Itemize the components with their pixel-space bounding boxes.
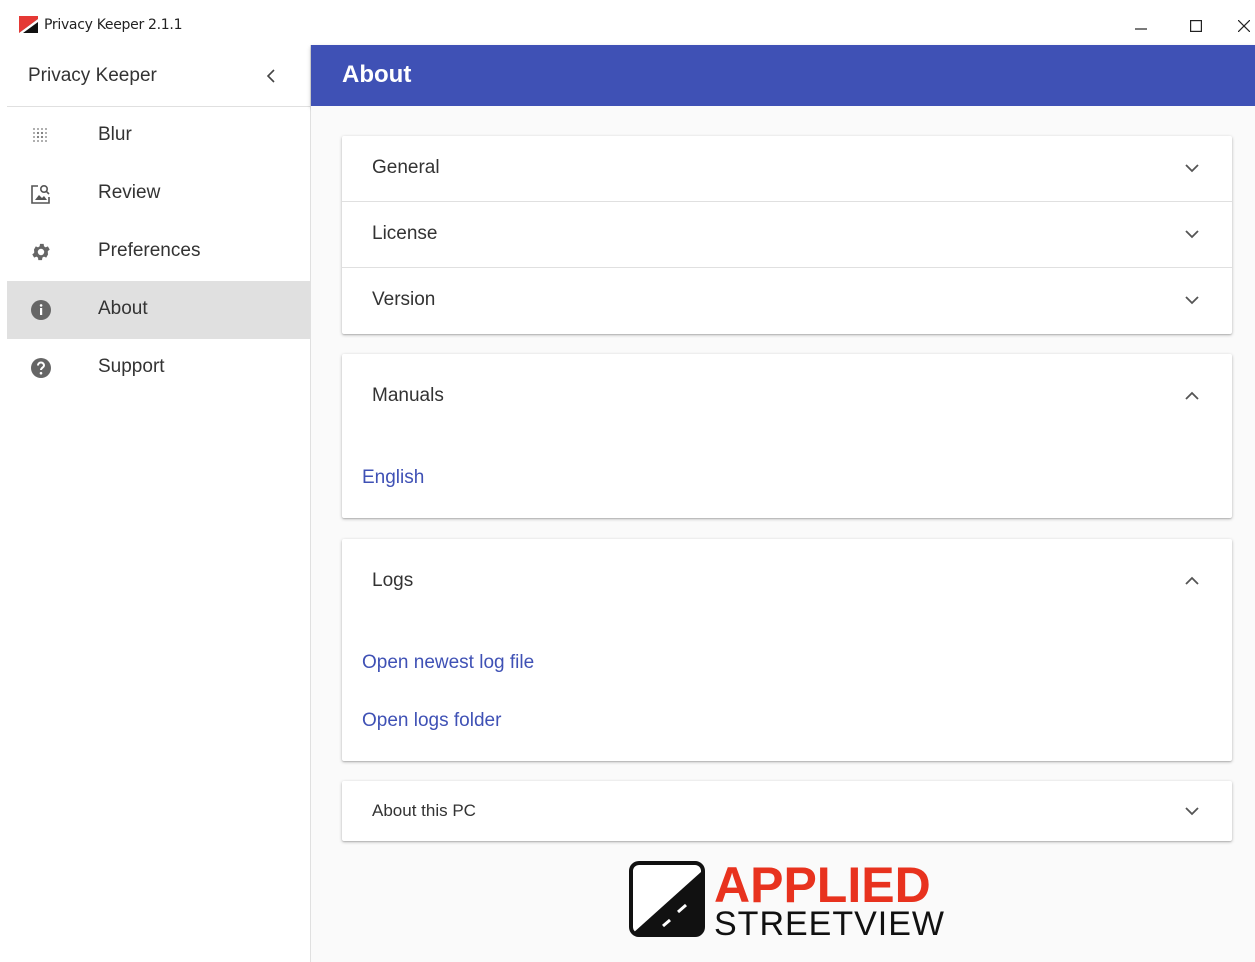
chevron-down-icon [1185, 230, 1199, 239]
logs-card: Logs Open newest log file Open logs fold… [342, 539, 1232, 761]
maximize-icon[interactable] [1181, 11, 1211, 41]
panel-label: License [372, 223, 438, 244]
panel-label: Logs [372, 570, 414, 591]
panel-license[interactable]: License [342, 202, 1232, 268]
manuals-card: Manuals English [342, 354, 1232, 518]
page-title: About [342, 61, 412, 88]
about-pc-card: About this PC [342, 781, 1232, 841]
info-icon [29, 298, 53, 322]
gear-icon [29, 240, 53, 264]
sidebar-item-review[interactable]: Review [7, 165, 310, 223]
chevron-up-icon [1185, 391, 1199, 400]
sidebar-item-label: Review [98, 182, 161, 203]
chevron-down-icon [1185, 164, 1199, 173]
panel-label: Manuals [372, 385, 444, 406]
sidebar-item-label: About [98, 298, 148, 319]
chevron-left-icon[interactable] [261, 64, 281, 88]
sidebar-item-blur[interactable]: Blur [7, 107, 310, 165]
chevron-down-icon [1185, 807, 1199, 816]
window-title: Privacy Keeper 2.1.1 [44, 17, 183, 33]
open-newest-log-link[interactable]: Open newest log file [362, 652, 534, 674]
sidebar-item-about[interactable]: About [7, 281, 310, 339]
window-titlebar: Privacy Keeper 2.1.1 [0, 0, 1255, 45]
blur-icon [29, 124, 53, 148]
help-icon [29, 356, 53, 380]
minimize-icon[interactable] [1126, 11, 1156, 41]
info-card: General License Version [342, 136, 1232, 334]
manual-link-english[interactable]: English [362, 467, 424, 489]
applied-streetview-logo: APPLIED STREETVIEW [628, 857, 948, 943]
panel-label: General [372, 157, 440, 178]
review-icon [29, 182, 53, 206]
logo-line2: STREETVIEW [714, 905, 944, 940]
sidebar-header: Privacy Keeper [7, 45, 310, 107]
panel-label: Version [372, 289, 436, 310]
panel-version[interactable]: Version [342, 268, 1232, 334]
open-logs-folder-link[interactable]: Open logs folder [362, 710, 501, 732]
sidebar-item-label: Support [98, 356, 165, 377]
panel-manuals[interactable]: Manuals [342, 354, 1232, 440]
sidebar: Privacy Keeper Blur Review Preferences A… [7, 45, 311, 962]
chevron-down-icon [1185, 296, 1199, 305]
sidebar-item-label: Preferences [98, 240, 201, 261]
panel-general[interactable]: General [342, 136, 1232, 202]
chevron-up-icon [1185, 576, 1199, 585]
close-icon[interactable] [1238, 11, 1255, 41]
sidebar-item-support[interactable]: Support [7, 339, 310, 397]
sidebar-app-name: Privacy Keeper [28, 65, 157, 86]
sidebar-item-preferences[interactable]: Preferences [7, 223, 310, 281]
app-logo-icon [19, 16, 38, 33]
panel-label: About this PC [372, 801, 476, 820]
main-content: General License Version Manuals English … [311, 106, 1255, 962]
sidebar-item-label: Blur [98, 124, 132, 145]
panel-logs[interactable]: Logs [342, 539, 1232, 625]
panel-about-pc[interactable]: About this PC [342, 781, 1232, 841]
app-header: About [311, 45, 1255, 106]
